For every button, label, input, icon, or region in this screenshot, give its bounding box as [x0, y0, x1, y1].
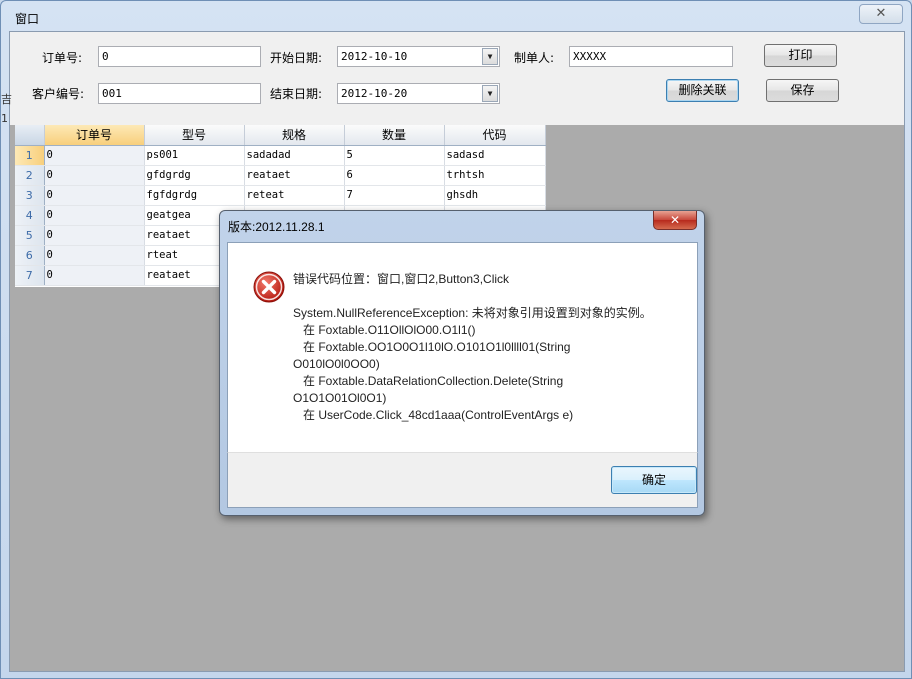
column-header[interactable]: 数量	[344, 125, 445, 146]
message-line: 在 Foxtable.O11OllOlO00.O1l1()	[293, 323, 476, 337]
ok-button[interactable]: 确定	[611, 466, 697, 494]
error-dialog: 版本:2012.11.28.1 ✕ 错误代码位置：窗口,窗口2,Button3,…	[219, 210, 705, 516]
order-no-input[interactable]: 0	[98, 46, 261, 67]
error-icon	[253, 271, 285, 303]
column-header[interactable]: 规格	[244, 125, 345, 146]
end-date-picker[interactable]: 2012-10-20 ▼	[337, 83, 500, 104]
maker-label: 制单人:	[514, 51, 555, 65]
column-header[interactable]: 订单号	[44, 125, 145, 146]
print-button[interactable]: 打印	[764, 44, 837, 67]
row-number[interactable]: 2	[15, 165, 45, 186]
grid-cell[interactable]: reataet	[244, 165, 345, 186]
grid-cell[interactable]: fgfdgrdg	[144, 185, 245, 206]
grid-cell[interactable]: ghsdh	[444, 185, 546, 206]
message-line: 错误代码位置：窗口,窗口2,Button3,Click	[293, 272, 510, 286]
column-header[interactable]: 代码	[444, 125, 546, 146]
row-number[interactable]: 3	[15, 185, 45, 206]
message-line: O010lO0l0OO0)	[293, 357, 380, 371]
message-line: 在 UserCode.Click_48cd1aaa(ControlEventAr…	[293, 408, 574, 422]
grid-cell[interactable]: 5	[344, 145, 445, 166]
window-title: 窗口	[15, 12, 40, 26]
order-no-label: 订单号:	[42, 51, 83, 65]
message-line: 在 Foxtable.OO1O0O1l10lO.O101O1l0llll01(S…	[293, 340, 571, 354]
grid-corner[interactable]	[15, 125, 45, 146]
dialog-close-button[interactable]: ✕	[653, 211, 697, 230]
customer-no-label: 客户编号:	[32, 87, 85, 101]
error-message: 错误代码位置：窗口,窗口2,Button3,Click System.NullRe…	[293, 271, 688, 424]
dialog-body: 错误代码位置：窗口,窗口2,Button3,Click System.NullRe…	[227, 242, 698, 452]
customer-no-input[interactable]: 001	[98, 83, 261, 104]
start-date-picker[interactable]: 2012-10-10 ▼	[337, 46, 500, 67]
grid-cell[interactable]: 0	[44, 165, 145, 186]
grid-cell[interactable]: 0	[44, 225, 145, 246]
row-number[interactable]: 1	[15, 145, 45, 166]
grid-cell[interactable]: ps001	[144, 145, 245, 166]
dialog-title: 版本:2012.11.28.1	[228, 220, 325, 234]
grid-cell[interactable]: 0	[44, 245, 145, 266]
end-date-value: 2012-10-20	[341, 87, 408, 100]
clipped-edge-text: 1	[1, 112, 8, 125]
grid-cell[interactable]: 0	[44, 145, 145, 166]
message-line: O1O1O01Ol0O1)	[293, 391, 387, 405]
window-close-button[interactable]: ✕	[859, 4, 903, 24]
grid-cell[interactable]: 0	[44, 185, 145, 206]
grid-cell[interactable]: sadadad	[244, 145, 345, 166]
message-line: System.NullReferenceException: 未将对象引用设置到…	[293, 306, 652, 320]
order-form-panel: 订单号: 0 客户编号: 001 开始日期: 2012-10-10 ▼ 结束日期…	[10, 32, 904, 125]
start-date-label: 开始日期:	[270, 51, 323, 65]
grid-cell[interactable]: reteat	[244, 185, 345, 206]
chevron-down-icon[interactable]: ▼	[482, 85, 498, 102]
message-line	[293, 288, 688, 305]
row-number[interactable]: 4	[15, 205, 45, 226]
title-bar[interactable]: 窗口 ✕	[1, 1, 911, 31]
column-header[interactable]: 型号	[144, 125, 245, 146]
row-number[interactable]: 6	[15, 245, 45, 266]
grid-cell[interactable]: sadasd	[444, 145, 546, 166]
row-number[interactable]: 5	[15, 225, 45, 246]
row-number[interactable]: 7	[15, 265, 45, 286]
grid-cell[interactable]: 7	[344, 185, 445, 206]
delete-relation-button[interactable]: 删除关联	[666, 79, 739, 102]
table-row[interactable]: 3 0 fgfdgrdg reteat 7 ghsdh	[15, 185, 546, 206]
clipped-edge-text: 吉	[1, 93, 12, 106]
grid-cell[interactable]: 0	[44, 265, 145, 286]
maker-input[interactable]: XXXXX	[569, 46, 733, 67]
grid-cell[interactable]: 6	[344, 165, 445, 186]
message-line: 在 Foxtable.DataRelationCollection.Delete…	[293, 374, 564, 388]
end-date-label: 结束日期:	[270, 87, 323, 101]
grid-cell[interactable]: 0	[44, 205, 145, 226]
table-row[interactable]: 2 0 gfdgrdg reataet 6 trhtsh	[15, 165, 546, 186]
table-row[interactable]: 1 0 ps001 sadadad 5 sadasd	[15, 145, 546, 166]
start-date-value: 2012-10-10	[341, 50, 408, 63]
chevron-down-icon[interactable]: ▼	[482, 48, 498, 65]
save-button[interactable]: 保存	[766, 79, 839, 102]
grid-cell[interactable]: gfdgrdg	[144, 165, 245, 186]
dialog-footer: 确定	[227, 452, 698, 508]
grid-cell[interactable]: trhtsh	[444, 165, 546, 186]
